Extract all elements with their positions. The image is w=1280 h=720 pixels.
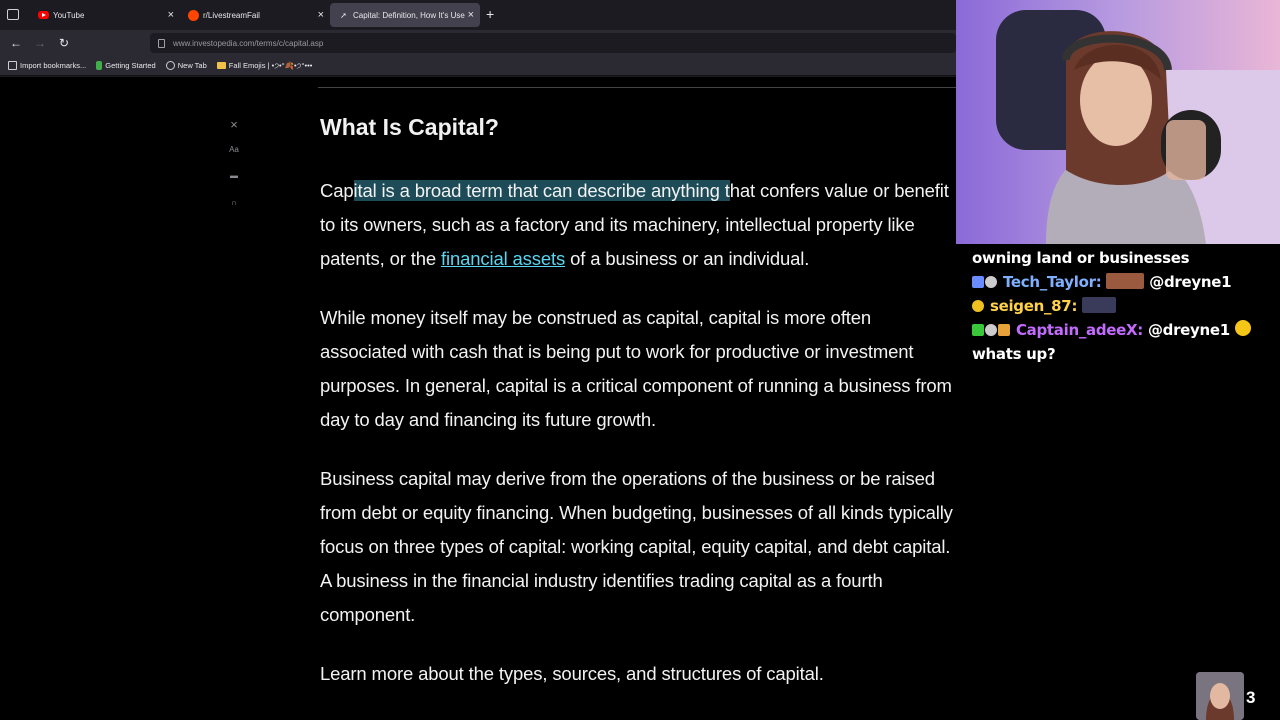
bookmark-label: New Tab xyxy=(177,61,207,70)
chat-text: @dreyne1 xyxy=(1149,273,1232,291)
screen: YouTube × r/LivestreamFail × ➚ Capital: … xyxy=(0,0,1280,720)
import-icon xyxy=(8,61,17,70)
chat-message: owning land or businesses xyxy=(972,246,1280,270)
tab-bar: YouTube × r/LivestreamFail × ➚ Capital: … xyxy=(0,0,956,30)
bookmark-getting-started[interactable]: Getting Started xyxy=(96,61,156,70)
listen-headphones-icon[interactable]: ∩ xyxy=(224,198,244,207)
back-icon[interactable]: ← xyxy=(8,35,24,51)
reload-icon[interactable]: ↻ xyxy=(56,35,72,51)
bookmark-fall-emojis[interactable]: Fall Emojis | •੭•°🍂•੭°••• xyxy=(216,60,313,71)
reader-view: × Aa ▬ ∩ What Is Capital? Capital is a b… xyxy=(0,77,956,720)
folder-icon xyxy=(216,62,226,69)
viewer-avatar xyxy=(1196,672,1244,720)
financial-assets-link[interactable]: financial assets xyxy=(441,248,565,269)
chat-message: whats up? xyxy=(972,342,1280,366)
close-tab-icon[interactable]: × xyxy=(318,9,324,21)
badge-icon xyxy=(972,324,984,336)
chat-username[interactable]: seigen_87: xyxy=(990,297,1078,315)
close-reader-icon[interactable]: × xyxy=(224,117,244,132)
chat-text: whats up? xyxy=(972,345,1056,363)
webcam-feed xyxy=(956,0,1280,244)
new-tab-icon[interactable]: + xyxy=(486,6,494,22)
list-all-tabs-icon[interactable] xyxy=(7,9,19,20)
page-icon xyxy=(158,38,165,48)
article-paragraph: Business capital may derive from the ope… xyxy=(320,468,953,625)
chat-text: owning land or businesses xyxy=(972,249,1190,267)
streamer-image xyxy=(956,0,1280,244)
emote-icon xyxy=(1082,297,1117,313)
close-tab-icon[interactable]: × xyxy=(468,9,474,21)
article-paragraph: While money itself may be construed as c… xyxy=(320,307,952,430)
badge-icon xyxy=(998,324,1010,336)
bookmark-label: Fall Emojis | •੭•°🍂•੭°••• xyxy=(228,60,313,70)
bookmark-label: Import bookmarks... xyxy=(20,61,87,70)
chat-text: @dreyne1 xyxy=(1147,321,1230,339)
url-text: www.investopedia.com/terms/c/capital.asp xyxy=(173,38,324,48)
text: of a business or an individual. xyxy=(565,248,810,269)
tab-youtube[interactable]: YouTube × xyxy=(30,3,180,27)
globe-icon xyxy=(165,61,175,70)
badge-icon xyxy=(972,276,984,288)
bookmark-label: Getting Started xyxy=(105,61,156,70)
reddit-icon xyxy=(188,9,199,21)
text: Cap xyxy=(320,180,354,201)
youtube-icon xyxy=(38,10,49,21)
tab-capital[interactable]: ➚ Capital: Definition, How It's Use × xyxy=(330,3,480,27)
nav-bar: ← → ↻ www.investopedia.com/terms/c/capit… xyxy=(0,30,956,56)
close-tab-icon[interactable]: × xyxy=(168,9,174,21)
firefox-icon xyxy=(96,61,103,70)
tab-label: Capital: Definition, How It's Use xyxy=(353,10,465,20)
bookmarks-toolbar: Import bookmarks... Getting Started New … xyxy=(0,56,956,76)
chat-username[interactable]: Captain_adeeX: xyxy=(1016,321,1143,339)
investopedia-icon: ➚ xyxy=(340,10,347,20)
badge-icon xyxy=(985,324,997,336)
article-paragraph: Learn more about the types, sources, and… xyxy=(320,663,824,684)
type-controls-icon[interactable]: Aa xyxy=(224,145,244,154)
chat-message: seigen_87: xyxy=(972,294,1280,318)
article: What Is Capital? Capital is a broad term… xyxy=(320,113,960,716)
tab-label: r/LivestreamFail xyxy=(203,10,260,20)
badge-icon xyxy=(985,276,997,288)
url-bar[interactable]: www.investopedia.com/terms/c/capital.asp xyxy=(150,33,956,53)
emoji-icon xyxy=(1234,320,1251,336)
forward-icon[interactable]: → xyxy=(32,35,48,51)
tab-label: YouTube xyxy=(53,10,85,20)
chat-message: Captain_adeeX: @dreyne1 xyxy=(972,318,1280,342)
emote-icon xyxy=(1106,273,1145,289)
tab-livestreamfail[interactable]: r/LivestreamFail × xyxy=(180,3,330,27)
bookmark-import[interactable]: Import bookmarks... xyxy=(8,61,86,70)
divider xyxy=(318,87,956,88)
selected-text: ital is a broad term that can describe a… xyxy=(353,180,730,201)
article-paragraph: Capital is a broad term that can describ… xyxy=(320,174,960,276)
save-to-pocket-icon[interactable]: ▬ xyxy=(224,171,244,180)
chat-username[interactable]: Tech_Taylor: xyxy=(1003,273,1102,291)
badge-icon xyxy=(972,300,984,312)
bookmark-new-tab[interactable]: New Tab xyxy=(165,61,207,70)
chat-message: Tech_Taylor: @dreyne1 xyxy=(972,270,1280,294)
article-title: What Is Capital? xyxy=(320,114,499,140)
stream-chat: owning land or businesses Tech_Taylor: @… xyxy=(956,244,1280,720)
viewer-count: 3 xyxy=(1246,688,1256,707)
